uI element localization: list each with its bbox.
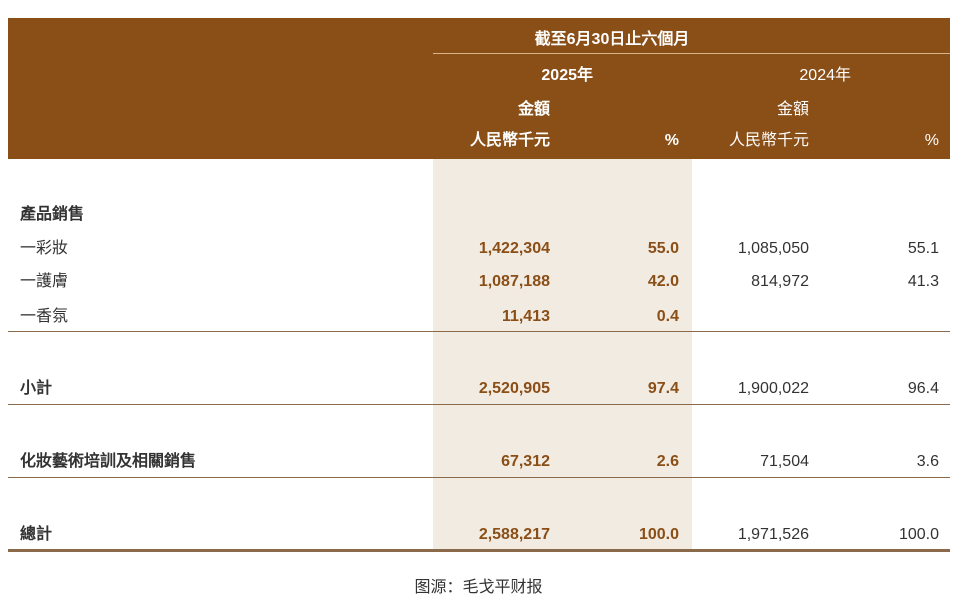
table-header: 截至6月30日止六個月 2025年 2024年 金額 金額 人民幣千元 % 人民… (8, 18, 950, 159)
row-label: 化妝藝術培訓及相關銷售 (20, 453, 197, 470)
amount-2025: 2,520,905 (478, 380, 550, 397)
period-heading: 截至6月30日止六個月 (534, 31, 690, 48)
amount-2025: 67,312 (501, 453, 550, 470)
pct-2024: 41.3 (907, 273, 939, 290)
amount-2024: 1,085,050 (737, 240, 809, 257)
amount-2025: 11,413 (501, 308, 550, 325)
revenue-table: 截至6月30日止六個月 2025年 2024年 金額 金額 人民幣千元 % 人民… (8, 18, 950, 553)
pct-2025: 42.0 (647, 273, 679, 290)
amount-2025-heading: 金額 (517, 101, 550, 118)
pct-2025: 55.0 (647, 240, 679, 257)
pct-2024: 96.4 (907, 380, 939, 397)
row-divider (8, 404, 950, 405)
pct-2025-heading: % (664, 132, 679, 149)
highlight-2025-column (433, 159, 692, 552)
row-divider (8, 477, 950, 478)
row-label: 一護膚 (20, 273, 69, 290)
year-2024-heading: 2024年 (799, 67, 851, 84)
source-caption: 图源：毛戈平财报 (414, 577, 543, 596)
amount-2024-heading: 金額 (776, 101, 809, 118)
section-title: 產品銷售 (20, 206, 85, 223)
total-label: 總計 (20, 526, 53, 543)
amount-2025: 2,588,217 (478, 526, 550, 543)
row-divider (8, 331, 950, 332)
pct-2024: 3.6 (916, 453, 939, 470)
amount-2024: 814,972 (751, 273, 809, 290)
table-bottom-rule (8, 549, 950, 552)
amount-2024: 1,900,022 (737, 380, 809, 397)
header-divider (433, 53, 950, 54)
pct-2025: 0.4 (656, 308, 679, 325)
row-label: 一香氛 (20, 308, 69, 325)
year-2025-heading: 2025年 (541, 67, 593, 84)
amount-2024: 1,971,526 (737, 526, 809, 543)
pct-2024: 55.1 (907, 240, 939, 257)
amount-2025: 1,422,304 (478, 240, 550, 257)
amount-2024: 71,504 (760, 453, 809, 470)
pct-2025: 100.0 (638, 526, 679, 543)
pct-2025: 97.4 (647, 380, 679, 397)
subtotal-label: 小計 (20, 380, 53, 397)
pct-2024: 100.0 (898, 526, 939, 543)
row-label: 一彩妝 (20, 240, 69, 257)
amount-2025: 1,087,188 (478, 273, 550, 290)
unit-2025-heading: 人民幣千元 (469, 132, 550, 149)
pct-2025: 2.6 (656, 453, 679, 470)
unit-2024-heading: 人民幣千元 (728, 132, 809, 149)
pct-2024-heading: % (924, 132, 939, 149)
